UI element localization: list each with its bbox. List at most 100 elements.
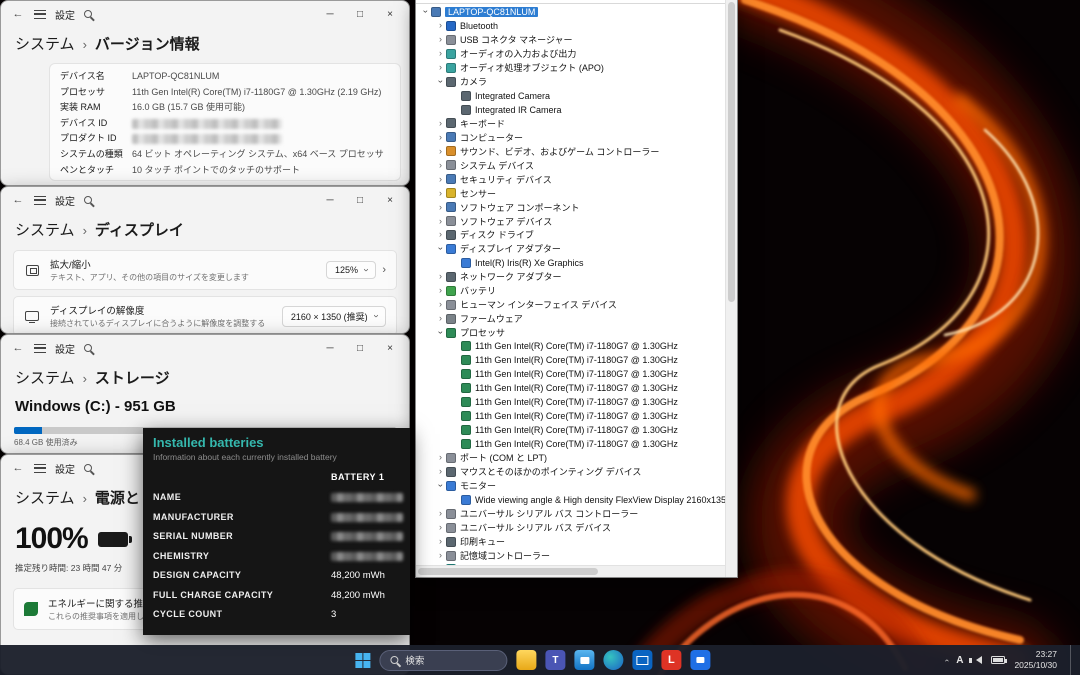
expand-icon[interactable]: › xyxy=(435,189,446,198)
device-tree-item[interactable]: ›キーボード xyxy=(416,117,725,131)
scale-dropdown[interactable]: 125% › xyxy=(326,261,376,279)
device-tree-item[interactable]: ›オーディオ処理オブジェクト (APO) xyxy=(416,61,725,75)
camera-app-icon[interactable] xyxy=(690,650,710,670)
device-tree-item[interactable]: ›ポート (COM と LPT) xyxy=(416,451,725,465)
expand-icon[interactable]: › xyxy=(435,509,446,518)
expand-icon[interactable]: › xyxy=(435,203,446,212)
menu-icon[interactable] xyxy=(34,344,46,353)
expand-icon[interactable]: › xyxy=(435,286,446,295)
close-button[interactable]: × xyxy=(375,188,405,212)
device-tree-item[interactable]: ›サウンド、ビデオ、およびゲーム コントローラー xyxy=(416,144,725,158)
device-tree-item[interactable]: 11th Gen Intel(R) Core(TM) i7-1180G7 @ 1… xyxy=(416,395,725,409)
menu-icon[interactable] xyxy=(34,10,46,19)
device-tree-item[interactable]: ›コンピューター xyxy=(416,130,725,144)
collapse-icon[interactable]: › xyxy=(436,480,445,491)
device-tree-item[interactable]: 11th Gen Intel(R) Core(TM) i7-1180G7 @ 1… xyxy=(416,381,725,395)
taskbar-search[interactable]: 検索 xyxy=(379,650,507,671)
expand-icon[interactable]: › xyxy=(435,230,446,239)
search-icon[interactable] xyxy=(84,464,92,472)
expand-icon[interactable]: › xyxy=(435,314,446,323)
collapse-icon[interactable]: › xyxy=(436,76,445,87)
horizontal-scrollbar[interactable] xyxy=(416,565,725,577)
collapse-icon[interactable]: › xyxy=(421,6,430,17)
device-tree-item[interactable]: ›ネットワーク アダプター xyxy=(416,270,725,284)
close-button[interactable]: × xyxy=(375,336,405,360)
collapse-icon[interactable]: › xyxy=(436,327,445,338)
expand-icon[interactable]: › xyxy=(435,161,446,170)
menu-icon[interactable] xyxy=(34,196,46,205)
menu-icon[interactable] xyxy=(34,464,46,473)
tray-overflow-chevron-icon[interactable]: › xyxy=(941,659,950,662)
minimize-button[interactable]: ─ xyxy=(315,188,345,212)
maximize-button[interactable]: □ xyxy=(345,188,375,212)
store-icon[interactable] xyxy=(574,650,594,670)
device-tree-item[interactable]: ›バッテリ xyxy=(416,284,725,298)
resolution-setting-row[interactable]: ディスプレイの解像度 接続されているディスプレイに合うように解像度を調整する 2… xyxy=(13,296,397,334)
search-icon[interactable] xyxy=(84,344,92,352)
device-tree-item[interactable]: ›センサー xyxy=(416,186,725,200)
device-tree-item[interactable]: 11th Gen Intel(R) Core(TM) i7-1180G7 @ 1… xyxy=(416,340,725,354)
expand-icon[interactable]: › xyxy=(435,300,446,309)
device-tree-item[interactable]: ›ディスク ドライブ xyxy=(416,228,725,242)
edge-icon[interactable] xyxy=(603,650,623,670)
device-tree-item[interactable]: 11th Gen Intel(R) Core(TM) i7-1180G7 @ 1… xyxy=(416,367,725,381)
device-tree-item[interactable]: ›モニター xyxy=(416,479,725,493)
breadcrumb-root[interactable]: システム xyxy=(15,33,75,54)
device-tree-item[interactable]: ›ユニバーサル シリアル バス コントローラー xyxy=(416,507,725,521)
ime-indicator[interactable]: A xyxy=(956,655,963,666)
maximize-button[interactable]: □ xyxy=(345,336,375,360)
device-tree-item[interactable]: ›ソフトウェア デバイス xyxy=(416,214,725,228)
expand-icon[interactable]: › xyxy=(435,49,446,58)
collapse-icon[interactable]: › xyxy=(436,243,445,254)
teams-icon[interactable] xyxy=(545,650,565,670)
vertical-scrollbar[interactable] xyxy=(725,0,737,577)
resolution-dropdown[interactable]: 2160 × 1350 (推奨) › xyxy=(282,306,386,327)
device-tree-item[interactable]: ›記憶域コントローラー xyxy=(416,549,725,563)
device-tree-item[interactable]: 11th Gen Intel(R) Core(TM) i7-1180G7 @ 1… xyxy=(416,437,725,451)
device-tree-item[interactable]: 11th Gen Intel(R) Core(TM) i7-1180G7 @ 1… xyxy=(416,423,725,437)
device-tree-item[interactable]: ›ユニバーサル シリアル バス デバイス xyxy=(416,521,725,535)
expand-icon[interactable]: › xyxy=(435,175,446,184)
expand-icon[interactable]: › xyxy=(435,217,446,226)
device-tree-item[interactable]: ›オーディオの入力および出力 xyxy=(416,47,725,61)
line-app-icon[interactable] xyxy=(661,650,681,670)
expand-icon[interactable]: › xyxy=(435,551,446,560)
device-tree-item[interactable]: 11th Gen Intel(R) Core(TM) i7-1180G7 @ 1… xyxy=(416,409,725,423)
expand-icon[interactable]: › xyxy=(435,133,446,142)
start-button[interactable] xyxy=(355,653,370,668)
device-tree-item[interactable]: ›ディスプレイ アダプター xyxy=(416,242,725,256)
device-tree-item[interactable]: 11th Gen Intel(R) Core(TM) i7-1180G7 @ 1… xyxy=(416,353,725,367)
expand-icon[interactable]: › xyxy=(435,523,446,532)
device-tree-item[interactable]: ›システム デバイス xyxy=(416,158,725,172)
breadcrumb-root[interactable]: システム xyxy=(15,487,75,508)
file-explorer-icon[interactable] xyxy=(516,650,536,670)
device-tree-item[interactable]: ›マウスとそのほかのポインティング デバイス xyxy=(416,465,725,479)
back-icon[interactable]: ← xyxy=(11,342,25,354)
expand-icon[interactable]: › xyxy=(435,119,446,128)
expand-icon[interactable]: › xyxy=(435,467,446,476)
expand-icon[interactable]: › xyxy=(435,272,446,281)
expand-icon[interactable]: › xyxy=(435,537,446,546)
expand-icon[interactable]: › xyxy=(435,147,446,156)
device-tree-item[interactable]: Wide viewing angle & High density FlexVi… xyxy=(416,493,725,507)
minimize-button[interactable]: ─ xyxy=(315,2,345,26)
device-tree-item[interactable]: ›LAPTOP-QC81NLUM xyxy=(416,5,725,19)
expand-icon[interactable]: › xyxy=(435,63,446,72)
device-tree-item[interactable]: ›セキュリティ デバイス xyxy=(416,172,725,186)
expand-icon[interactable]: › xyxy=(435,453,446,462)
device-tree-item[interactable]: Intel(R) Iris(R) Xe Graphics xyxy=(416,256,725,270)
device-tree-item[interactable]: Integrated IR Camera xyxy=(416,103,725,117)
maximize-button[interactable]: □ xyxy=(345,2,375,26)
volume-icon[interactable] xyxy=(972,656,982,664)
breadcrumb-root[interactable]: システム xyxy=(15,219,75,240)
back-icon[interactable]: ← xyxy=(11,462,25,474)
device-tree-item[interactable]: ›プロセッサ xyxy=(416,326,725,340)
scale-setting-row[interactable]: 拡大/縮小 テキスト、アプリ、その他の項目のサイズを変更します 125% › › xyxy=(13,250,397,290)
device-tree-item[interactable]: ›カメラ xyxy=(416,75,725,89)
breadcrumb-root[interactable]: システム xyxy=(15,367,75,388)
expand-icon[interactable]: › xyxy=(435,21,446,30)
search-icon[interactable] xyxy=(84,196,92,204)
device-tree-item[interactable]: ›USB コネクタ マネージャー xyxy=(416,33,725,47)
minimize-button[interactable]: ─ xyxy=(315,336,345,360)
device-tree-item[interactable]: ›Bluetooth xyxy=(416,19,725,33)
